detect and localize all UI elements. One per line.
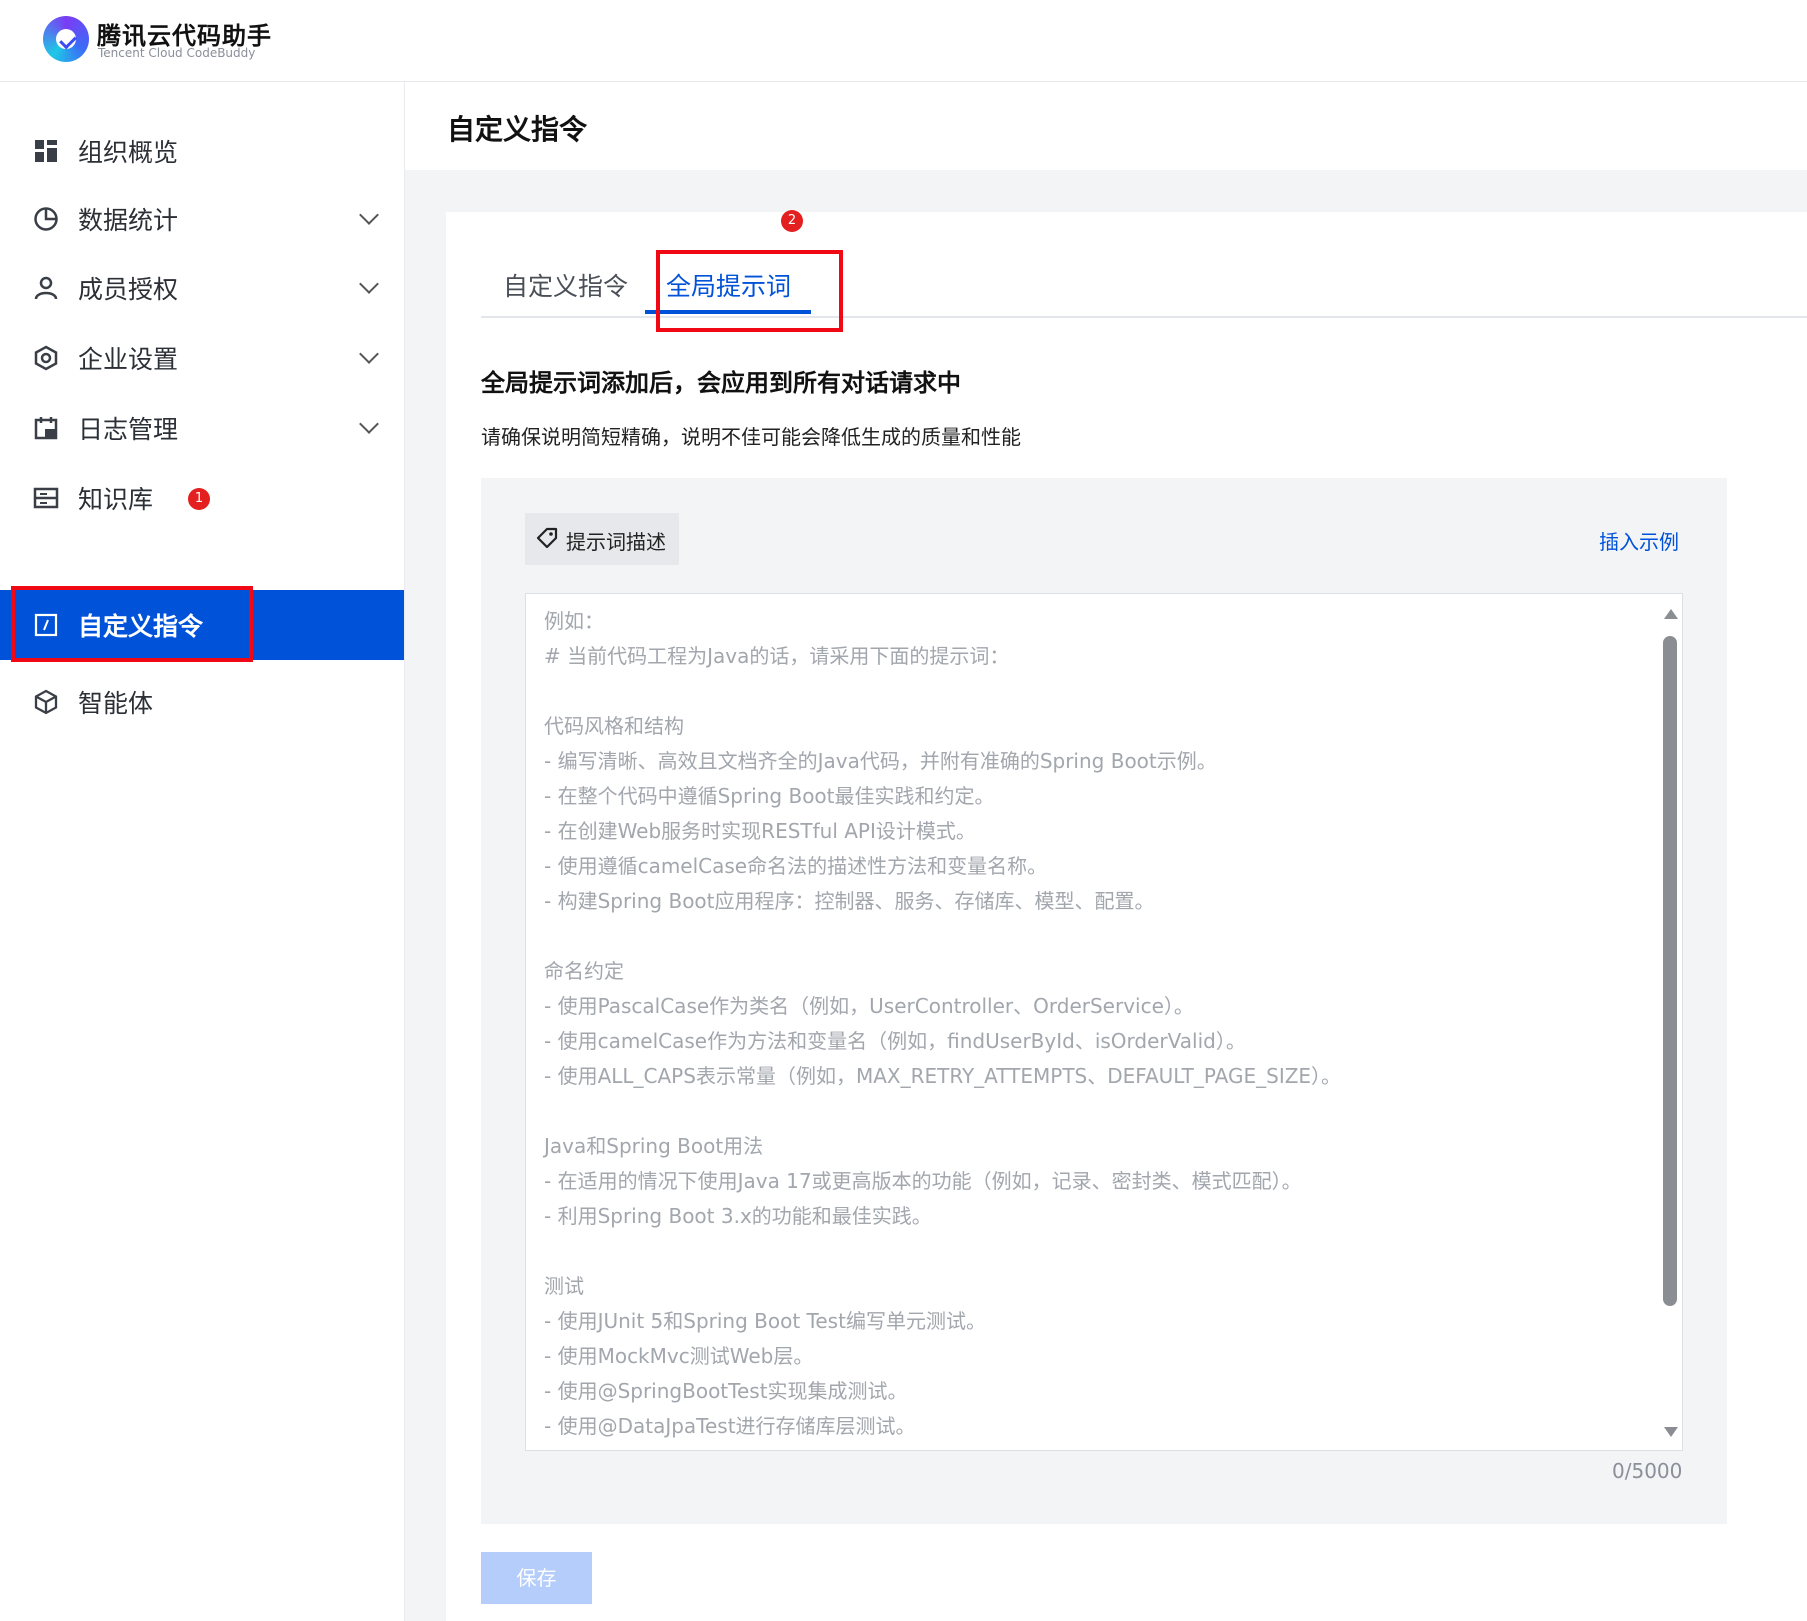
chevron-down-icon <box>359 274 379 294</box>
pie-chart-icon <box>34 207 58 231</box>
scrollbar-thumb[interactable] <box>1663 636 1677 1306</box>
sidebar-item-knowledge-base[interactable]: 知识库 1 <box>0 462 404 534</box>
save-button[interactable]: 保存 <box>481 1552 592 1604</box>
annotation-badge: 1 <box>188 488 210 510</box>
annotation-badge: 2 <box>781 210 803 232</box>
sidebar-item-enterprise-settings[interactable]: 企业设置 <box>0 322 404 394</box>
sidebar-item-custom-commands[interactable]: 自定义指令 <box>0 590 404 660</box>
top-bar: 腾讯云代码助手 Tencent Cloud CodeBuddy <box>0 0 1807 82</box>
scroll-down-arrow-icon[interactable] <box>1664 1427 1678 1437</box>
chevron-down-icon <box>359 344 379 364</box>
codebuddy-logo-icon <box>43 16 89 62</box>
cube-agent-icon <box>34 689 58 715</box>
page-title: 自定义指令 <box>447 113 588 146</box>
settings-hex-icon <box>34 345 58 371</box>
active-tab-indicator <box>645 310 811 314</box>
chevron-down-icon <box>359 205 379 225</box>
app-name-en: Tencent Cloud CodeBuddy <box>98 46 256 60</box>
section-heading: 全局提示词添加后，会应用到所有对话请求中 <box>481 369 961 397</box>
char-counter: 0/5000 <box>1612 1459 1683 1483</box>
sidebar-item-label: 日志管理 <box>78 415 179 444</box>
tab-global-prompt[interactable]: 全局提示词 <box>666 267 791 303</box>
scroll-up-arrow-icon[interactable] <box>1664 609 1678 619</box>
sidebar-item-label: 成员授权 <box>78 275 179 304</box>
dashboard-grid-icon <box>35 140 57 162</box>
user-icon <box>34 276 58 300</box>
sidebar-item-label: 企业设置 <box>78 345 179 374</box>
prompt-description-chip: 提示词描述 <box>525 513 679 565</box>
sidebar-item-overview[interactable]: 组织概览 <box>0 115 404 187</box>
sidebar-item-logs[interactable]: 日志管理 <box>0 392 404 464</box>
sidebar: 组织概览 数据统计 成员授权 企业设置 日志管理 知识库 1 自定义指令 智能体 <box>0 82 405 1621</box>
section-description: 请确保说明简短精确，说明不佳可能会降低生成的质量和性能 <box>481 425 1021 449</box>
sidebar-item-label: 组织概览 <box>78 138 179 167</box>
knowledge-base-icon <box>33 487 59 509</box>
sidebar-item-label: 自定义指令 <box>78 612 204 641</box>
sidebar-item-members[interactable]: 成员授权 <box>0 252 404 324</box>
prompt-chip-label: 提示词描述 <box>566 530 666 554</box>
sidebar-item-label: 知识库 <box>78 485 154 514</box>
custom-command-icon <box>34 613 58 637</box>
chevron-down-icon <box>359 414 379 434</box>
sidebar-item-agents[interactable]: 智能体 <box>0 666 404 738</box>
sidebar-item-statistics[interactable]: 数据统计 <box>0 183 404 255</box>
textarea-placeholder: 例如： # 当前代码工程为Java的话，请采用下面的提示词： 代码风格和结构 -… <box>544 609 1342 1438</box>
tag-icon <box>536 527 558 549</box>
tab-custom-commands[interactable]: 自定义指令 <box>503 267 628 303</box>
global-prompt-textarea[interactable]: 例如： # 当前代码工程为Java的话，请采用下面的提示词： 代码风格和结构 -… <box>525 593 1683 1451</box>
calendar-log-icon <box>34 417 58 440</box>
sidebar-item-label: 数据统计 <box>78 206 179 235</box>
insert-example-link[interactable]: 插入示例 <box>1599 526 1679 555</box>
sidebar-item-label: 智能体 <box>78 689 154 718</box>
